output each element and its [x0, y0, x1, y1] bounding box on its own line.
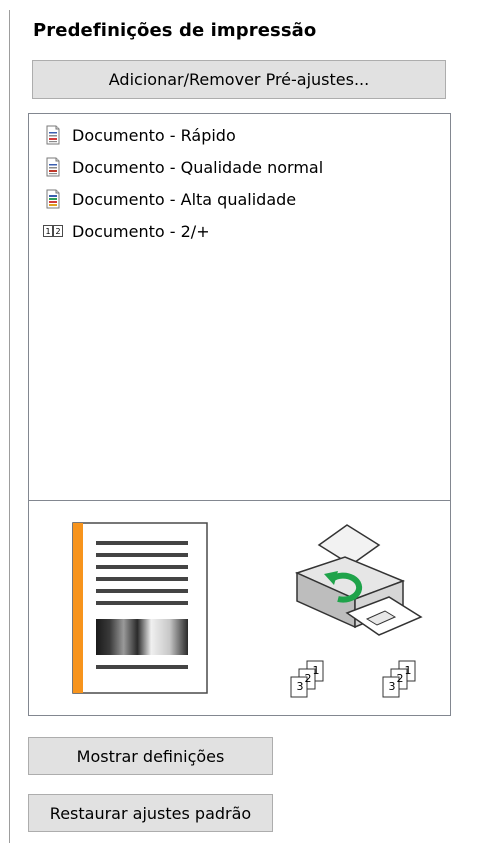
document-fast-icon — [43, 125, 63, 145]
document-preview-icon — [72, 522, 208, 694]
preset-label: Documento - 2/+ — [72, 221, 210, 241]
stack-right-number-3: 3 — [389, 680, 396, 693]
svg-text:2: 2 — [55, 227, 60, 236]
preset-item-document-fast[interactable]: Documento - Rápido — [43, 123, 236, 147]
add-remove-presets-button[interactable]: Adicionar/Remover Pré-ajustes... — [32, 60, 446, 99]
print-preview-area: 1 2 3 1 2 3 — [29, 501, 450, 716]
show-settings-button[interactable]: Mostrar definições — [28, 737, 273, 775]
preset-label: Documento - Alta qualidade — [72, 189, 297, 209]
restore-defaults-button[interactable]: Restaurar ajustes padrão — [28, 794, 273, 832]
left-divider-line — [9, 10, 10, 843]
preset-label: Documento - Rápido — [72, 125, 236, 145]
document-high-icon — [43, 189, 63, 209]
printer-icon — [294, 524, 423, 636]
stack-right-number-2: 2 — [397, 672, 404, 685]
stack-right-number-1: 1 — [405, 664, 412, 677]
preset-item-document-2up[interactable]: 1 2 Documento - 2/+ — [43, 219, 210, 243]
document-normal-icon — [43, 157, 63, 177]
svg-text:1: 1 — [45, 227, 50, 236]
preset-label: Documento - Qualidade normal — [72, 157, 324, 177]
stack-left-number-1: 1 — [313, 664, 320, 677]
collated-stack-right-icon: 1 2 3 — [382, 660, 416, 698]
presets-list[interactable]: Documento - Rápido Documento - Qualidade… — [29, 114, 450, 500]
preview-graphics: 1 2 3 1 2 3 — [72, 522, 423, 698]
panel-title: Predefinições de impressão — [33, 20, 317, 41]
stack-left-number-3: 3 — [297, 680, 304, 693]
two-up-icon: 1 2 — [43, 221, 63, 241]
preset-item-document-normal[interactable]: Documento - Qualidade normal — [43, 155, 323, 179]
preset-item-document-high[interactable]: Documento - Alta qualidade — [43, 187, 296, 211]
collated-stack-left-icon: 1 2 3 — [290, 660, 324, 698]
presets-panel: Documento - Rápido Documento - Qualidade… — [28, 113, 451, 716]
stack-left-number-2: 2 — [305, 672, 312, 685]
